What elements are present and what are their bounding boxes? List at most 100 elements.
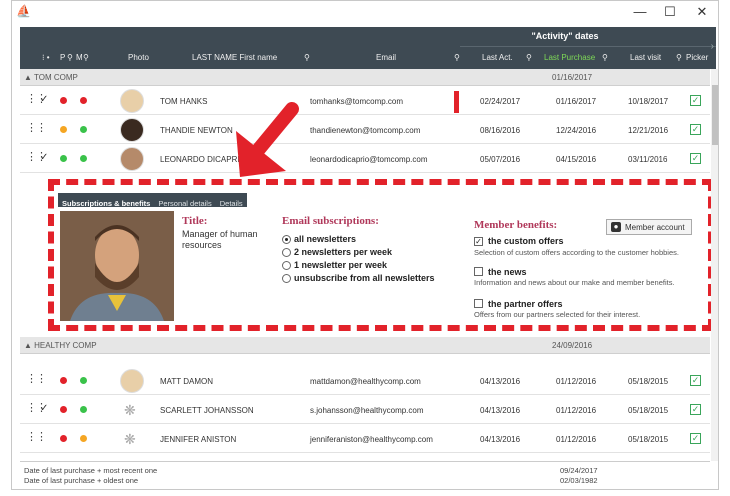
tab-details[interactable]: Details [216, 197, 247, 211]
option-label: 1 newsletter per week [294, 260, 388, 270]
grid-header: "Activity" dates ⚲ ⁝ • P ⚲ M ⚲ Photo LAS… [20, 27, 716, 69]
table-row[interactable]: ⋮⋮ ✓ TOM HANKS tomhanks@tomcomp.com 02/2… [20, 87, 710, 115]
title-value: Manager of human resources [182, 229, 258, 250]
group-header-row[interactable]: ▲ HEALTHY COMP 24/09/2016 [20, 337, 710, 354]
col-picker[interactable]: Picker [686, 53, 708, 62]
last-act: 04/13/2016 [480, 406, 521, 415]
user-icon: ● [611, 222, 621, 232]
table-row[interactable]: ⋮⋮ ✓ LEONARDO DICAPRIO leonardodicaprio@… [20, 145, 710, 173]
status-dot [60, 97, 67, 104]
search-icon[interactable]: ⚲ [526, 53, 532, 62]
table-row[interactable]: ⋮⋮ ❋ JENNIFER ANISTON jenniferaniston@he… [20, 425, 710, 453]
search-icon[interactable]: ⚲ [602, 53, 608, 62]
benefit-desc: Offers from our partners selected for th… [474, 310, 641, 319]
highlight-marker [454, 91, 459, 113]
radio-2-per-week[interactable] [282, 248, 291, 257]
detail-panel: Subscriptions & benefits Personal details… [48, 179, 714, 331]
drag-handle-icon[interactable]: ⋮⋮ [26, 123, 47, 134]
benefits-heading: Member benefits: [474, 219, 558, 231]
picker-checkbox[interactable]: ✓ [690, 433, 701, 444]
partner-offers-checkbox[interactable] [474, 299, 483, 308]
picker-checkbox[interactable]: ✓ [690, 95, 701, 106]
search-icon[interactable]: ⚲ [454, 53, 460, 62]
person-email[interactable]: leonardodicaprio@tomcomp.com [310, 155, 428, 164]
radio-all-newsletters[interactable] [282, 235, 291, 244]
group-date: 24/09/2016 [552, 341, 593, 350]
tab-subscriptions[interactable]: Subscriptions & benefits [58, 197, 154, 211]
news-checkbox[interactable] [474, 267, 483, 276]
person-email[interactable]: mattdamon@healthycomp.com [310, 377, 421, 386]
person-email[interactable]: thandienewton@tomcomp.com [310, 126, 420, 135]
email-heading: Email subscriptions: [282, 215, 379, 227]
member-account-button[interactable]: ● Member account [606, 219, 692, 235]
col-p[interactable]: P [60, 53, 65, 62]
person-email[interactable]: tomhanks@tomcomp.com [310, 97, 403, 106]
col-photo[interactable]: Photo [128, 53, 149, 62]
search-icon[interactable]: ⚲ [304, 53, 310, 62]
search-icon[interactable]: ⚲ [83, 53, 89, 62]
activity-dates-label: "Activity" dates [531, 31, 599, 41]
last-visit: 05/18/2015 [628, 406, 669, 415]
title-heading: Title: [182, 215, 208, 227]
benefit-desc: Information and news about our make and … [474, 278, 675, 287]
col-last-act[interactable]: Last Act. [482, 53, 513, 62]
radio-unsubscribe[interactable] [282, 274, 291, 283]
person-name: SCARLETT JOHANSSON [160, 406, 254, 415]
last-act: 08/16/2016 [480, 126, 521, 135]
search-icon[interactable]: ⚲ [696, 31, 718, 42]
tab-personal-details[interactable]: Personal details [154, 197, 215, 211]
search-icon[interactable]: ⚲ [676, 53, 682, 62]
search-icon[interactable]: ⚲ [67, 53, 73, 62]
maximize-button[interactable]: ☐ [660, 3, 680, 21]
picker-checkbox[interactable]: ✓ [690, 124, 701, 135]
chevron-right-icon[interactable]: › [711, 41, 714, 52]
last-purchase: 12/24/2016 [556, 126, 597, 135]
status-dot [80, 435, 87, 442]
app-window: ⛵ — ☐ ✕ "Activity" dates ⚲ ⁝ • P ⚲ M ⚲ P… [11, 0, 719, 490]
drag-handle-icon[interactable]: ⋮⋮ [26, 374, 47, 385]
scroll-thumb[interactable] [712, 85, 718, 145]
table-row[interactable]: ⋮⋮ ✓ ❋ SCARLETT JOHANSSON s.johansson@he… [20, 396, 710, 424]
benefit-label: the news [488, 267, 527, 277]
person-email[interactable]: s.johansson@healthycomp.com [310, 406, 424, 415]
profile-photo [60, 211, 174, 321]
last-purchase: 04/15/2016 [556, 155, 597, 164]
minimize-button[interactable]: — [630, 3, 650, 21]
grid-footer: Date of last purchase + most recent one … [20, 461, 710, 489]
option-label: unsubscribe from all newsletters [294, 273, 435, 283]
footer-line-2: Date of last purchase + oldest one [24, 476, 139, 485]
close-button[interactable]: ✕ [692, 3, 712, 21]
radio-1-per-week[interactable] [282, 261, 291, 270]
col-last-visit[interactable]: Last visit [630, 53, 661, 62]
picker-checkbox[interactable]: ✓ [690, 153, 701, 164]
drag-handle-icon[interactable]: ⋮⋮ [26, 432, 47, 443]
col-m[interactable]: M [76, 53, 83, 62]
picker-checkbox[interactable]: ✓ [690, 375, 701, 386]
status-dot [80, 97, 87, 104]
person-name: TOM HANKS [160, 97, 208, 106]
last-purchase: 01/16/2017 [556, 97, 597, 106]
picker-checkbox[interactable]: ✓ [690, 404, 701, 415]
col-name[interactable]: LAST NAME First name [192, 53, 277, 62]
group-name: ▲ TOM COMP [24, 73, 78, 82]
benefit-label: the partner offers [488, 299, 563, 309]
table-row[interactable]: ⋮⋮ MATT DAMON mattdamon@healthycomp.com … [20, 367, 710, 395]
last-purchase: 01/12/2016 [556, 435, 597, 444]
avatar [120, 369, 144, 393]
col-email[interactable]: Email [376, 53, 396, 62]
table-row[interactable]: ⋮⋮ THANDIE NEWTON thandienewton@tomcomp.… [20, 116, 710, 144]
sort-icon[interactable]: ⁝ • [42, 53, 50, 62]
col-last-purchase[interactable]: Last Purchase [544, 53, 595, 62]
person-email[interactable]: jenniferaniston@healthycomp.com [310, 435, 433, 444]
last-act: 05/07/2016 [480, 155, 521, 164]
footer-date-2: 02/03/1982 [560, 476, 598, 485]
status-dot [80, 406, 87, 413]
last-visit: 05/18/2015 [628, 377, 669, 386]
option-label: all newsletters [294, 234, 357, 244]
status-dot [60, 155, 67, 162]
title-bar: ⛵ — ☐ ✕ [12, 1, 718, 25]
group-header-row[interactable]: ▲ TOM COMP 01/16/2017 [20, 69, 710, 86]
vertical-scrollbar[interactable] [711, 69, 718, 461]
custom-offers-checkbox[interactable]: ✓ [474, 237, 483, 246]
detail-tabs: Subscriptions & benefits Personal details… [58, 193, 247, 208]
